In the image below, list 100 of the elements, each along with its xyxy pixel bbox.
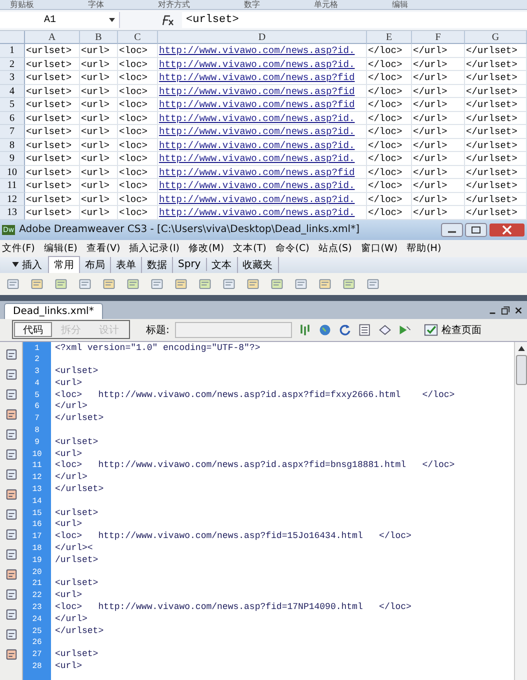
coding-tool-icon[interactable]: [4, 528, 18, 540]
insert-tab[interactable]: Spry: [173, 258, 207, 271]
column-header[interactable]: F: [412, 31, 465, 44]
coding-tool-icon[interactable]: [4, 368, 18, 380]
table-cell: <urlset>: [25, 192, 80, 206]
insert-object-icon[interactable]: [318, 276, 332, 290]
restore-icon[interactable]: [501, 306, 510, 314]
line-number: 28: [31, 661, 43, 673]
column-header[interactable]: C: [118, 31, 158, 44]
table-cell: <loc>: [118, 84, 158, 98]
menu-item[interactable]: 窗口(W): [360, 242, 398, 254]
coding-tool-icon[interactable]: [4, 408, 18, 420]
coding-tool-icon[interactable]: [4, 448, 18, 460]
menu-item[interactable]: 帮助(H): [406, 242, 442, 254]
column-header[interactable]: D: [158, 31, 367, 44]
close-icon[interactable]: [514, 306, 523, 314]
table-cell: http://www.vivawo.com/news.asp?id.: [158, 138, 367, 152]
coding-tool-icon[interactable]: [4, 568, 18, 580]
table-cell: http://www.vivawo.com/news.asp?id.: [158, 179, 367, 192]
row-header[interactable]: 10: [0, 166, 25, 179]
insert-object-icon[interactable]: [102, 276, 116, 290]
column-header[interactable]: G: [465, 31, 527, 44]
row-header[interactable]: 8: [0, 138, 25, 152]
title-field[interactable]: [175, 322, 292, 338]
table-cell: </url>: [412, 58, 465, 71]
view-options-icon[interactable]: [358, 322, 372, 336]
table-cell: </url>: [412, 112, 465, 125]
line-number: 23: [31, 602, 43, 614]
row-header[interactable]: 5: [0, 98, 25, 112]
insert-object-icon[interactable]: [366, 276, 380, 290]
table-cell: http://www.vivawo.com/news.asp?id.: [158, 58, 367, 71]
menu-item[interactable]: 文本(T): [233, 242, 266, 254]
insert-object-icon[interactable]: [78, 276, 92, 290]
minimize-button[interactable]: [441, 222, 463, 236]
table-cell: <urlset>: [25, 125, 80, 138]
menu-item[interactable]: 站点(S): [318, 242, 352, 254]
coding-tool-icon[interactable]: [4, 608, 18, 620]
coding-tool-icon[interactable]: [4, 348, 18, 360]
menu-item[interactable]: 编辑(E): [44, 242, 78, 254]
row-header[interactable]: 2: [0, 58, 25, 71]
line-number: 19: [31, 554, 43, 567]
coding-tool-icon[interactable]: [4, 488, 18, 500]
column-header[interactable]: A: [25, 31, 80, 44]
insert-object-icon[interactable]: [222, 276, 236, 290]
insert-object-icon[interactable]: [342, 276, 356, 290]
row-header[interactable]: 12: [0, 192, 25, 206]
menu-item[interactable]: 修改(M): [188, 242, 224, 254]
dropdown-icon[interactable]: [109, 18, 115, 22]
scrollbar-thumb[interactable]: [516, 354, 526, 384]
row-header[interactable]: 9: [0, 152, 25, 166]
table-cell: http://www.vivawo.com/news.asp?fid: [158, 98, 367, 112]
coding-tool-icon[interactable]: [4, 468, 18, 480]
menu-item[interactable]: 查看(V): [86, 242, 120, 254]
row-header[interactable]: 3: [0, 71, 25, 84]
column-header[interactable]: B: [80, 31, 118, 44]
row-header[interactable]: 6: [0, 112, 25, 125]
coding-tool-icon[interactable]: [4, 648, 18, 660]
column-header[interactable]: E: [367, 31, 412, 44]
refresh-icon[interactable]: [338, 322, 352, 336]
close-button[interactable]: [489, 222, 525, 236]
check-page-button[interactable]: 检查页面: [422, 322, 484, 336]
insert-object-icon[interactable]: [6, 276, 20, 290]
code-line: <url>: [55, 661, 82, 672]
table-cell: <loc>: [118, 98, 158, 112]
insert-object-icon[interactable]: [126, 276, 140, 290]
row-header[interactable]: 11: [0, 179, 25, 192]
insert-tab[interactable]: 常用: [48, 256, 80, 273]
coding-tool-icon[interactable]: [4, 508, 18, 520]
code-line: /urlset>: [55, 554, 98, 565]
menu-item[interactable]: 命令(C): [275, 242, 310, 254]
view-button[interactable]: 代码: [14, 322, 52, 337]
scroll-up-icon[interactable]: [518, 346, 524, 350]
insert-object-icon[interactable]: [150, 276, 164, 290]
insert-object-icon[interactable]: [30, 276, 44, 290]
name-box[interactable]: A1: [0, 12, 120, 28]
insert-object-icon[interactable]: [246, 276, 260, 290]
row-header[interactable]: 1: [0, 44, 25, 58]
collapse-triangle-icon[interactable]: [12, 262, 19, 267]
insert-object-icon[interactable]: [270, 276, 284, 290]
coding-tool-icon[interactable]: [4, 388, 18, 400]
document-tab[interactable]: Dead_links.xml*: [4, 302, 103, 318]
coding-tool-icon[interactable]: [4, 588, 18, 600]
row-header[interactable]: 4: [0, 84, 25, 98]
row-header[interactable]: 13: [0, 206, 25, 220]
table-cell: </urlset>: [465, 138, 527, 152]
insert-object-icon[interactable]: [174, 276, 188, 290]
coding-tool-icon[interactable]: [4, 628, 18, 640]
function-icon[interactable]: [160, 14, 174, 26]
insert-object-icon[interactable]: [54, 276, 68, 290]
formula-field[interactable]: <urlset>: [182, 12, 527, 28]
row-header[interactable]: 7: [0, 125, 25, 138]
insert-object-icon[interactable]: [198, 276, 212, 290]
coding-tool-icon[interactable]: [4, 428, 18, 440]
coding-tool-icon[interactable]: [4, 548, 18, 560]
insert-object-icon[interactable]: [294, 276, 308, 290]
globe-icon[interactable]: [318, 322, 332, 336]
table-cell: </url>: [412, 98, 465, 112]
menu-item[interactable]: 插入记录(I): [129, 242, 180, 254]
menu-item[interactable]: 文件(F): [2, 242, 35, 254]
restore-button[interactable]: [465, 222, 487, 236]
